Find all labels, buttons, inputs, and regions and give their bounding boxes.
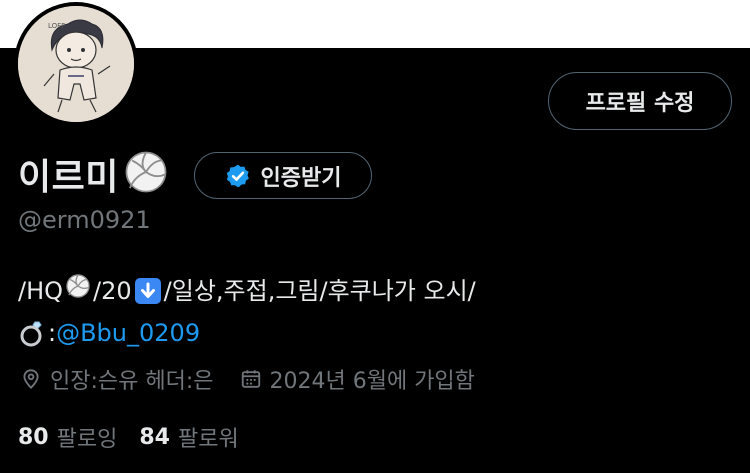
location-text: 인장:슨유 헤더:은 <box>50 369 214 394</box>
bio-line-1: /HQ /20 /일상,주접,그림/후쿠나가 오시/ <box>18 270 476 312</box>
join-date: 2024년 6월에 가입함 <box>269 369 475 394</box>
user-handle: @erm0921 <box>18 206 151 234</box>
profile-page: LOFF 프로필 수정 이르미 인증받기 @erm0921 /HQ /20 /일… <box>0 0 750 473</box>
bio-text-prefix: /HQ <box>18 277 64 305</box>
get-verified-label: 인증받기 <box>260 165 342 191</box>
edit-profile-button[interactable]: 프로필 수정 <box>548 72 732 130</box>
location-pin-icon <box>20 368 42 390</box>
bio: /HQ /20 /일상,주접,그림/후쿠나가 오시/: @Bbu_0209 <box>18 270 476 354</box>
bio-colon: : <box>48 319 57 347</box>
followers-link[interactable]: 84 팔로워 <box>139 421 238 453</box>
followers-count: 84 <box>139 424 170 450</box>
avatar-image: LOFF <box>18 6 134 122</box>
volleyball-icon <box>123 149 169 199</box>
followers-label: 팔로워 <box>177 427 239 452</box>
svg-text:LOFF: LOFF <box>48 22 65 30</box>
following-count: 80 <box>18 424 49 450</box>
calendar-icon <box>240 368 262 390</box>
bio-line-2: : @Bbu_0209 <box>18 312 476 354</box>
down-arrow-icon <box>134 278 161 304</box>
ring-icon <box>18 318 48 348</box>
following-link[interactable]: 80 팔로잉 <box>18 421 117 453</box>
display-name-row: 이르미 <box>18 148 169 200</box>
following-label: 팔로잉 <box>56 427 118 452</box>
follow-stats: 80 팔로잉 84 팔로워 <box>18 420 239 454</box>
volleyball-icon <box>65 270 91 312</box>
avatar[interactable]: LOFF <box>14 2 138 126</box>
display-name: 이르미 <box>18 157 119 198</box>
bio-text-part3: /일상,주접,그림/후쿠나가 오시/ <box>163 277 476 305</box>
mention-link[interactable]: @Bbu_0209 <box>56 312 200 354</box>
verified-badge-icon <box>225 163 251 189</box>
profile-meta: 인장:슨유 헤더:은 2024년 6월에 가입함 <box>20 362 475 396</box>
bio-text-part2: /20 <box>93 277 132 305</box>
get-verified-button[interactable]: 인증받기 <box>194 152 372 199</box>
